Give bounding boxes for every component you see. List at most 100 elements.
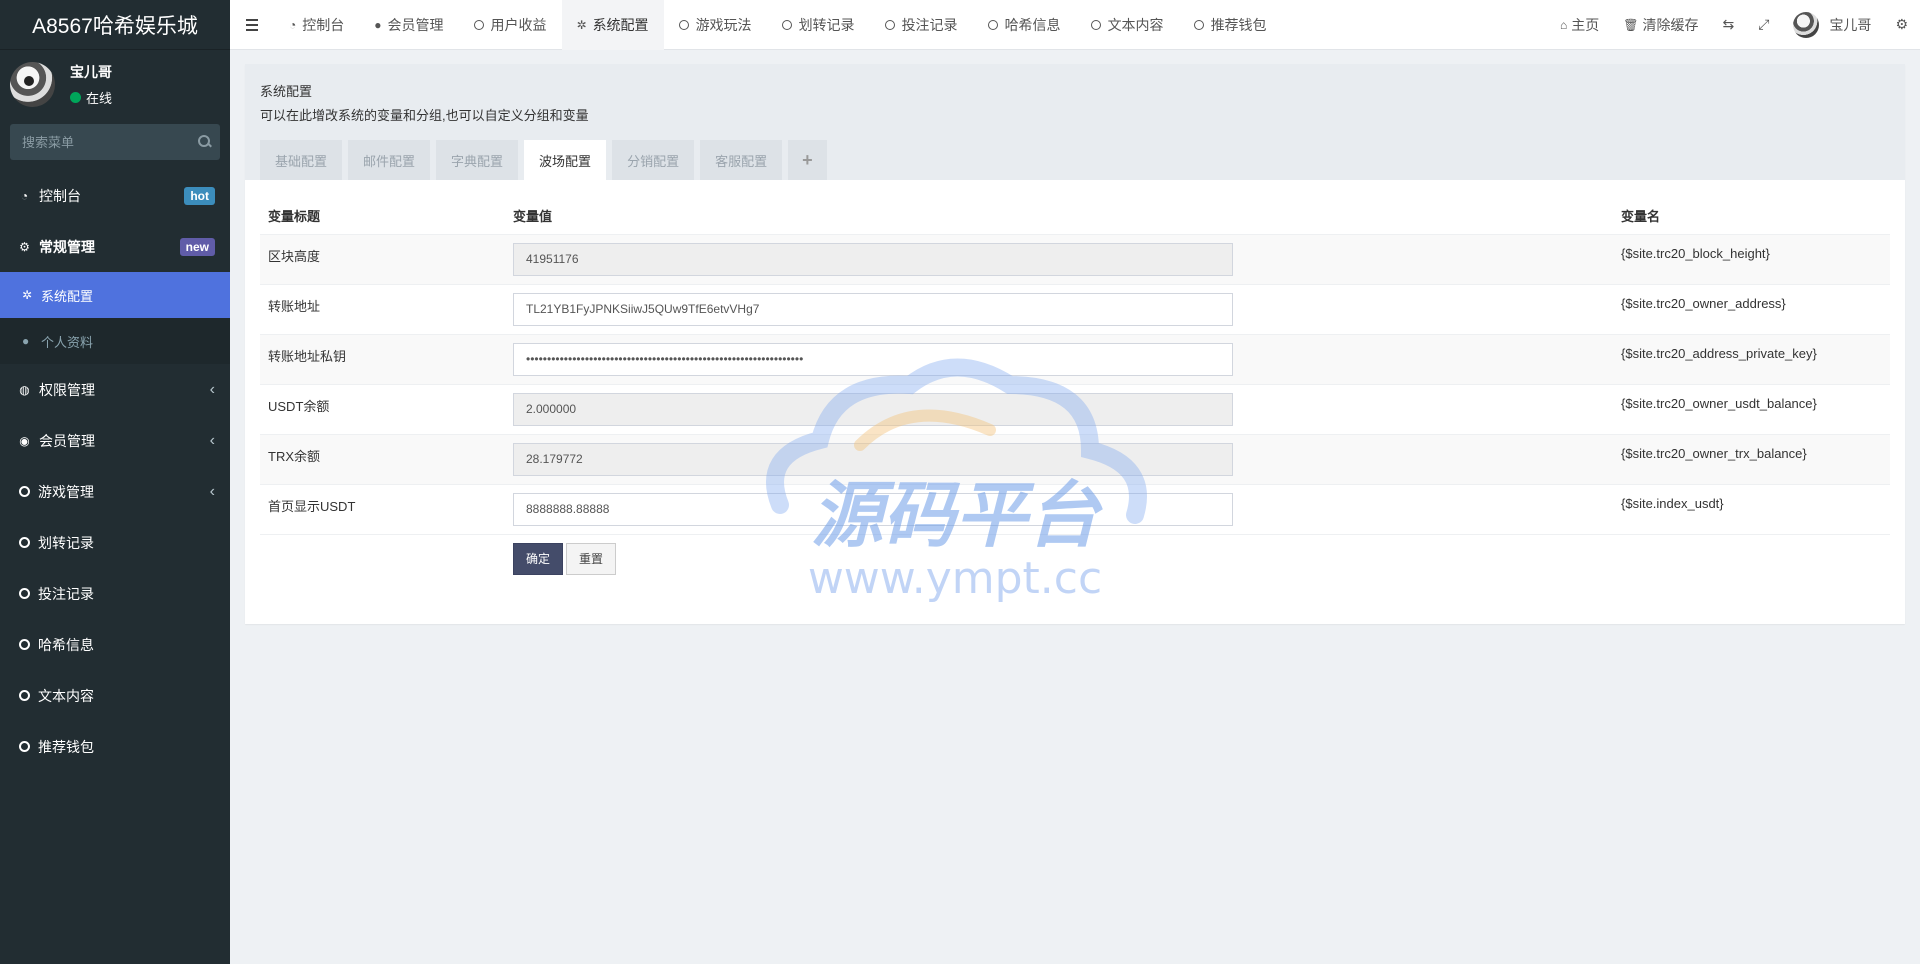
tab-service-config[interactable]: 客服配置: [700, 140, 783, 180]
circle-icon: [19, 690, 30, 701]
chevron-left-icon: ‹: [209, 431, 215, 449]
online-dot-icon: [70, 91, 81, 103]
sidebar-item-members[interactable]: ◉ 会员管理 ‹: [0, 415, 230, 466]
form-actions: 确定 重置: [260, 534, 1890, 584]
tab-user-earnings[interactable]: 用户收益: [459, 0, 562, 50]
tab-basic-config[interactable]: 基础配置: [260, 140, 343, 180]
column-header-title: 变量标题: [260, 198, 505, 235]
tab-text-content[interactable]: 文本内容: [1076, 0, 1179, 50]
block-height-field[interactable]: [513, 242, 1233, 276]
chevron-left-icon: ‹: [209, 482, 215, 500]
row-var-name: {$site.trc20_block_height}: [1613, 234, 1890, 285]
sidebar-item-label: 哈希信息: [38, 636, 94, 653]
tab-label: 推荐钱包: [1210, 16, 1267, 33]
user-menu-name: 宝儿哥: [1829, 16, 1872, 33]
menu-toggle-icon[interactable]: [230, 0, 274, 50]
menu-search: [10, 124, 220, 160]
clear-cache-button[interactable]: 🗑 清除缓存: [1611, 15, 1710, 35]
sidebar-item-label: 常规管理: [39, 238, 95, 255]
sidebar-item-dashboard[interactable]: ◔ 控制台 hot: [0, 170, 230, 221]
sidebar-item-label: 文本内容: [38, 687, 94, 704]
tab-label: 游戏玩法: [695, 16, 752, 33]
sidebar-item-profile[interactable]: ● 个人资料: [0, 318, 230, 364]
tab-mail-config[interactable]: 邮件配置: [348, 140, 431, 180]
language-icon[interactable]: ⇆: [1711, 16, 1747, 33]
user-circle-icon: ◉: [19, 433, 30, 448]
search-icon[interactable]: [198, 135, 210, 149]
circle-icon: [19, 741, 30, 752]
fullscreen-icon[interactable]: ⤢: [1746, 16, 1781, 33]
user-icon: ●: [22, 334, 30, 348]
tab-distribution-config[interactable]: 分销配置: [612, 140, 695, 180]
reset-button[interactable]: 重置: [566, 542, 617, 575]
user-icon: ●: [374, 17, 382, 32]
tab-dict-config[interactable]: 字典配置: [436, 140, 519, 180]
sidebar-item-label: 划转记录: [38, 534, 94, 551]
sidebar-item-wallets[interactable]: 推荐钱包: [0, 721, 230, 772]
circle-icon: [678, 19, 689, 30]
gear-icon: ✲: [22, 288, 33, 302]
app-logo[interactable]: A8567哈希娱乐城: [0, 0, 230, 50]
sidebar-item-general[interactable]: ⚙ 常规管理 new: [0, 221, 230, 272]
sidebar-item-text-content[interactable]: 文本内容: [0, 670, 230, 721]
index-usdt-field[interactable]: [513, 492, 1233, 526]
tab-members[interactable]: ● 会员管理: [359, 0, 458, 50]
tab-system-config[interactable]: ✲ 系统配置: [561, 0, 664, 50]
usdt-balance-field[interactable]: [513, 392, 1233, 426]
menu-search-input[interactable]: [22, 134, 198, 150]
private-key-field[interactable]: [513, 342, 1233, 376]
circle-icon: [781, 19, 792, 30]
user-name: 宝儿哥: [70, 63, 112, 80]
submit-button[interactable]: 确定: [513, 542, 564, 575]
home-label: 主页: [1571, 16, 1600, 33]
user-panel: 宝儿哥 在线: [0, 50, 230, 118]
tab-tron-config[interactable]: 波场配置: [524, 140, 607, 180]
navbar-right: ⌂ 主页 🗑 清除缓存 ⇆ ⤢ 宝儿哥 ⚙: [1548, 0, 1920, 50]
row-title: TRX余额: [260, 434, 505, 485]
sidebar-item-system-config[interactable]: ✲ 系统配置: [0, 272, 230, 318]
gear-icon: ✲: [576, 17, 587, 32]
sidebar-item-permissions[interactable]: ◍ 权限管理 ‹: [0, 364, 230, 415]
sidebar-item-label: 系统配置: [41, 288, 94, 304]
status-text: 在线: [86, 90, 113, 106]
sidebar-item-transfers[interactable]: 划转记录: [0, 517, 230, 568]
circle-icon: [1193, 19, 1204, 30]
settings-gear-icon[interactable]: ⚙: [1883, 16, 1920, 33]
circle-icon: [19, 639, 30, 650]
owner-address-field[interactable]: [513, 292, 1233, 326]
add-tab-button[interactable]: +: [788, 140, 827, 180]
user-menu[interactable]: 宝儿哥: [1781, 11, 1883, 38]
panel-body: 变量标题 变量值 变量名 区块高度 {$site.trc20_block_hei…: [245, 180, 1905, 624]
chevron-left-icon: ‹: [209, 380, 215, 398]
cogs-icon: ⚙: [19, 239, 30, 254]
tab-wallets[interactable]: 推荐钱包: [1179, 0, 1282, 50]
trx-balance-field[interactable]: [513, 442, 1233, 476]
table-row: TRX余额 {$site.trc20_owner_trx_balance}: [260, 434, 1890, 485]
config-panel: 系统配置 可以在此增改系统的变量和分组,也可以自定义分组和变量 基础配置 邮件配…: [245, 64, 1905, 624]
sidebar-item-hash-info[interactable]: 哈希信息: [0, 619, 230, 670]
trash-icon: 🗑: [1623, 17, 1639, 32]
tab-label: 控制台: [302, 16, 345, 33]
sidebar: A8567哈希娱乐城 宝儿哥 在线 ◔ 控制台 hot ⚙ 常规管理 new ✲: [0, 0, 230, 964]
sidebar-item-label: 游戏管理: [38, 483, 94, 500]
dashboard-icon: ◔: [289, 17, 297, 32]
tab-dashboard[interactable]: ◔ 控制台: [274, 0, 359, 50]
tab-hash-info[interactable]: 哈希信息: [973, 0, 1076, 50]
tab-transfers[interactable]: 划转记录: [767, 0, 870, 50]
row-title: 转账地址: [260, 284, 505, 335]
tab-label: 会员管理: [387, 16, 444, 33]
row-title: USDT余额: [260, 384, 505, 435]
avatar: [10, 61, 55, 107]
tab-game-rules[interactable]: 游戏玩法: [664, 0, 767, 50]
sidebar-item-games[interactable]: 游戏管理 ‹: [0, 466, 230, 517]
circle-icon: [884, 19, 895, 30]
tab-bets[interactable]: 投注记录: [870, 0, 973, 50]
config-tabs: 基础配置 邮件配置 字典配置 波场配置 分销配置 客服配置 +: [260, 140, 827, 180]
row-var-name: {$site.trc20_owner_address}: [1613, 284, 1890, 335]
home-link[interactable]: ⌂ 主页: [1548, 15, 1611, 35]
table-row: 转账地址 {$site.trc20_owner_address}: [260, 284, 1890, 335]
sidebar-item-bets[interactable]: 投注记录: [0, 568, 230, 619]
circle-icon: [19, 537, 30, 548]
row-title: 首页显示USDT: [260, 484, 505, 535]
clear-cache-label: 清除缓存: [1642, 16, 1699, 33]
